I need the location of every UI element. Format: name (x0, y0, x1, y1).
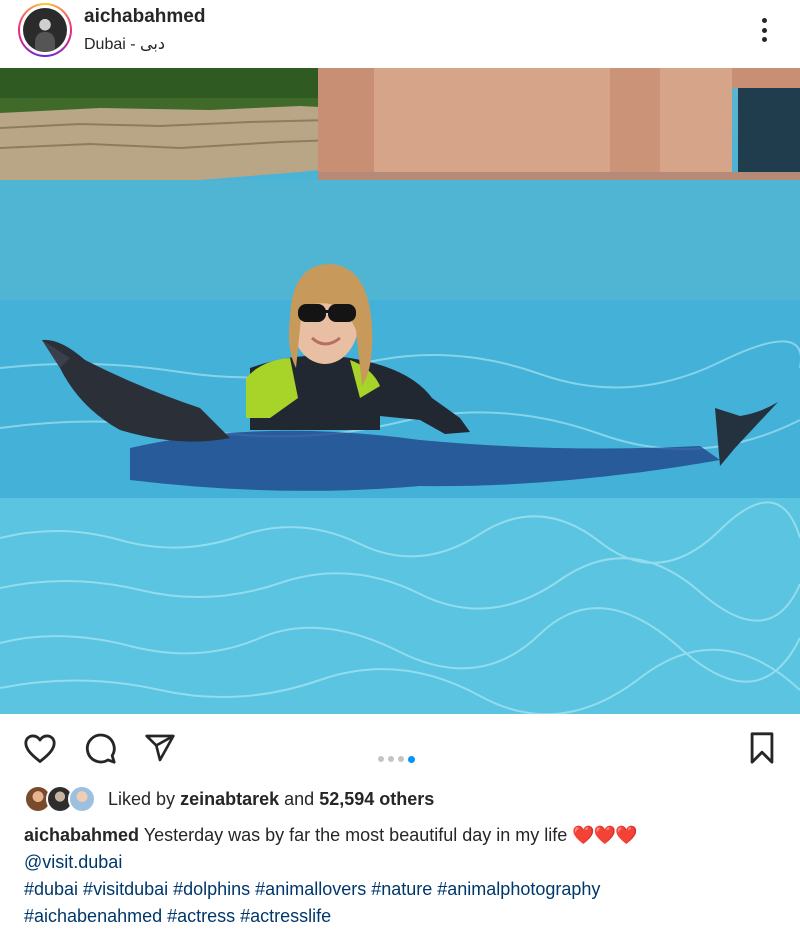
likes-row[interactable]: Liked by zeinabtarek and 52,594 others (24, 784, 784, 814)
heart-icon[interactable] (22, 730, 58, 766)
post-actions (0, 714, 800, 784)
liker-avatar (68, 785, 96, 813)
post-caption: aichabahmed Yesterday was by far the mos… (24, 822, 784, 930)
caption-username[interactable]: aichabahmed (24, 825, 139, 845)
bookmark-icon[interactable] (744, 730, 780, 766)
likes-joiner: and (284, 788, 315, 809)
caption-mention[interactable]: @visit.dubai (24, 849, 784, 876)
more-vertical-icon[interactable] (752, 14, 776, 46)
caption-hashtags[interactable]: #aichabenahmed #actress #actresslife (24, 903, 784, 930)
post-header: aichabahmed Dubai - دبی (0, 0, 800, 68)
likes-count[interactable]: 52,594 others (319, 789, 434, 809)
carousel-dot (378, 756, 384, 762)
comment-icon[interactable] (82, 730, 118, 766)
carousel-dot (388, 756, 394, 762)
caption-hashtags[interactable]: #dubai #visitdubai #dolphins #animallove… (24, 876, 784, 903)
building-doorway (738, 88, 800, 172)
carousel-dot-active (408, 755, 415, 763)
caption-emoji: ❤️❤️❤️ (572, 825, 637, 845)
building-wall (318, 68, 732, 172)
photo-scene (0, 68, 800, 714)
post-photo[interactable] (0, 68, 800, 714)
likes-user[interactable]: zeinabtarek (180, 789, 279, 809)
post-location[interactable]: Dubai - دبی (84, 34, 165, 54)
send-icon[interactable] (142, 730, 178, 766)
avatar-image (23, 8, 67, 52)
caption-text: Yesterday was by far the most beautiful … (143, 825, 568, 845)
carousel-indicator (378, 755, 415, 763)
likes-text: Liked by zeinabtarek and 52,594 others (108, 789, 434, 810)
carousel-dot (398, 756, 404, 762)
post-username[interactable]: aichabahmed (84, 6, 205, 28)
liker-avatars (24, 785, 98, 813)
likes-prefix: Liked by (108, 788, 176, 809)
avatar[interactable] (18, 3, 72, 57)
